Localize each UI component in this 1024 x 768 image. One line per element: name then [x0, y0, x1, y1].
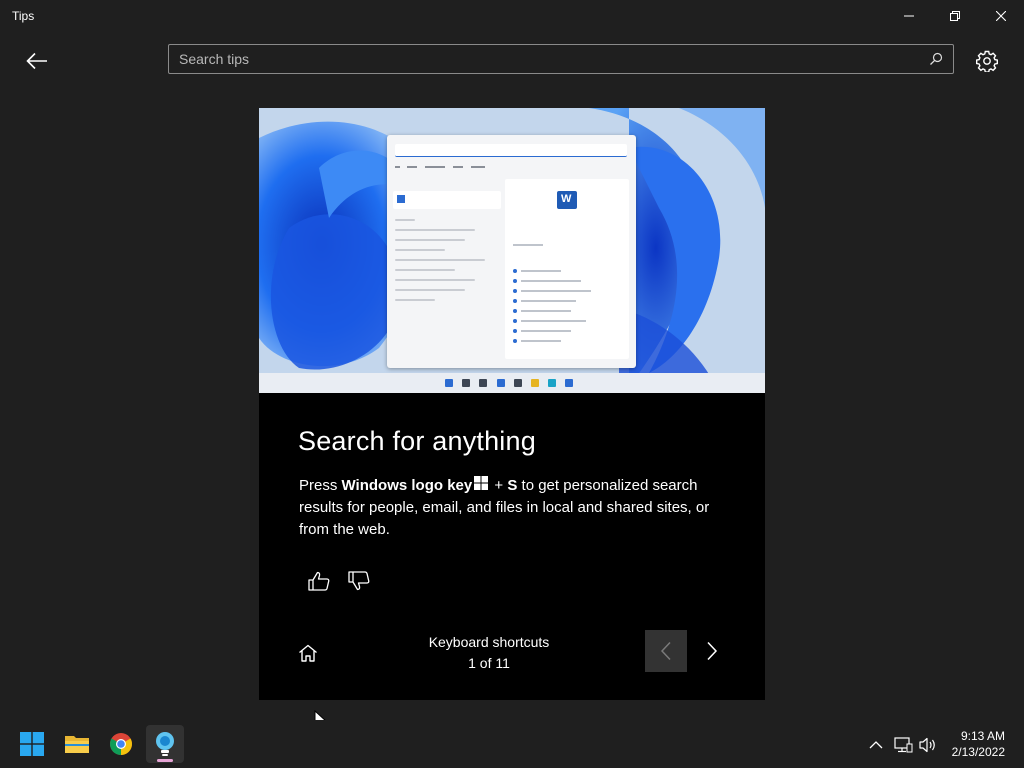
home-icon [299, 644, 317, 662]
chevron-right-icon [707, 641, 718, 661]
thumbs-up-icon [308, 571, 330, 591]
tip-card: Search for anything Press Windows logo k… [259, 108, 765, 700]
next-tip-button[interactable] [691, 630, 733, 672]
start-button[interactable] [13, 725, 51, 763]
back-button[interactable] [20, 46, 54, 76]
mini-taskbar-screenshot [259, 373, 765, 393]
show-hidden-icons-button[interactable] [866, 735, 886, 755]
back-arrow-icon [26, 52, 47, 70]
close-button[interactable] [978, 0, 1024, 32]
tip-position: 1 of 11 [468, 655, 510, 671]
thumbs-up-button[interactable] [304, 566, 334, 596]
search-icon[interactable] [929, 52, 943, 66]
tips-icon [156, 732, 174, 756]
chevron-up-icon [869, 741, 883, 749]
thumbs-down-icon [348, 571, 370, 591]
search-box [168, 44, 954, 74]
s-key-label: S [507, 477, 518, 494]
chevron-left-icon [660, 641, 671, 661]
title-bar: Tips [0, 0, 1024, 32]
app-title: Tips [12, 9, 35, 23]
restore-icon [950, 11, 960, 21]
word-logo-icon [557, 191, 577, 209]
restore-button[interactable] [932, 0, 978, 32]
file-explorer-button[interactable] [58, 725, 96, 763]
chrome-button[interactable] [102, 725, 140, 763]
gear-icon [976, 50, 998, 72]
collection-name: Keyboard shortcuts [428, 634, 550, 650]
taskbar: 9:13 AM 2/13/2022 [0, 720, 1024, 768]
tips-taskbar-button[interactable] [146, 725, 184, 763]
clock-date: 2/13/2022 [951, 745, 1005, 759]
active-app-indicator [157, 759, 173, 762]
system-clock[interactable]: 9:13 AM 2/13/2022 [952, 728, 1005, 760]
start-icon [20, 732, 44, 756]
minimize-icon [904, 15, 914, 17]
tip-illustration [259, 108, 765, 393]
speaker-icon [919, 737, 935, 753]
file-explorer-icon [65, 736, 89, 753]
collection-info: Keyboard shortcuts 1 of 11 [389, 632, 589, 674]
chrome-icon [110, 733, 132, 755]
start-menu-screenshot [387, 135, 636, 368]
tip-body: Press Windows logo key + S to get person… [299, 476, 710, 538]
thumbs-down-button[interactable] [344, 566, 374, 596]
close-icon [996, 11, 1006, 21]
windows-logo-key-label: Windows logo key [341, 477, 473, 494]
tip-title: Search for anything [298, 426, 536, 456]
network-icon [894, 737, 913, 753]
settings-button[interactable] [972, 46, 1002, 76]
clock-time: 9:13 AM [960, 729, 1005, 743]
volume-button[interactable] [918, 735, 938, 755]
network-button[interactable] [893, 735, 913, 755]
previous-tip-button[interactable] [645, 630, 687, 672]
windows-logo-icon [474, 476, 489, 490]
minimize-button[interactable] [886, 0, 932, 32]
home-button[interactable] [295, 640, 321, 666]
search-input[interactable] [179, 45, 909, 73]
